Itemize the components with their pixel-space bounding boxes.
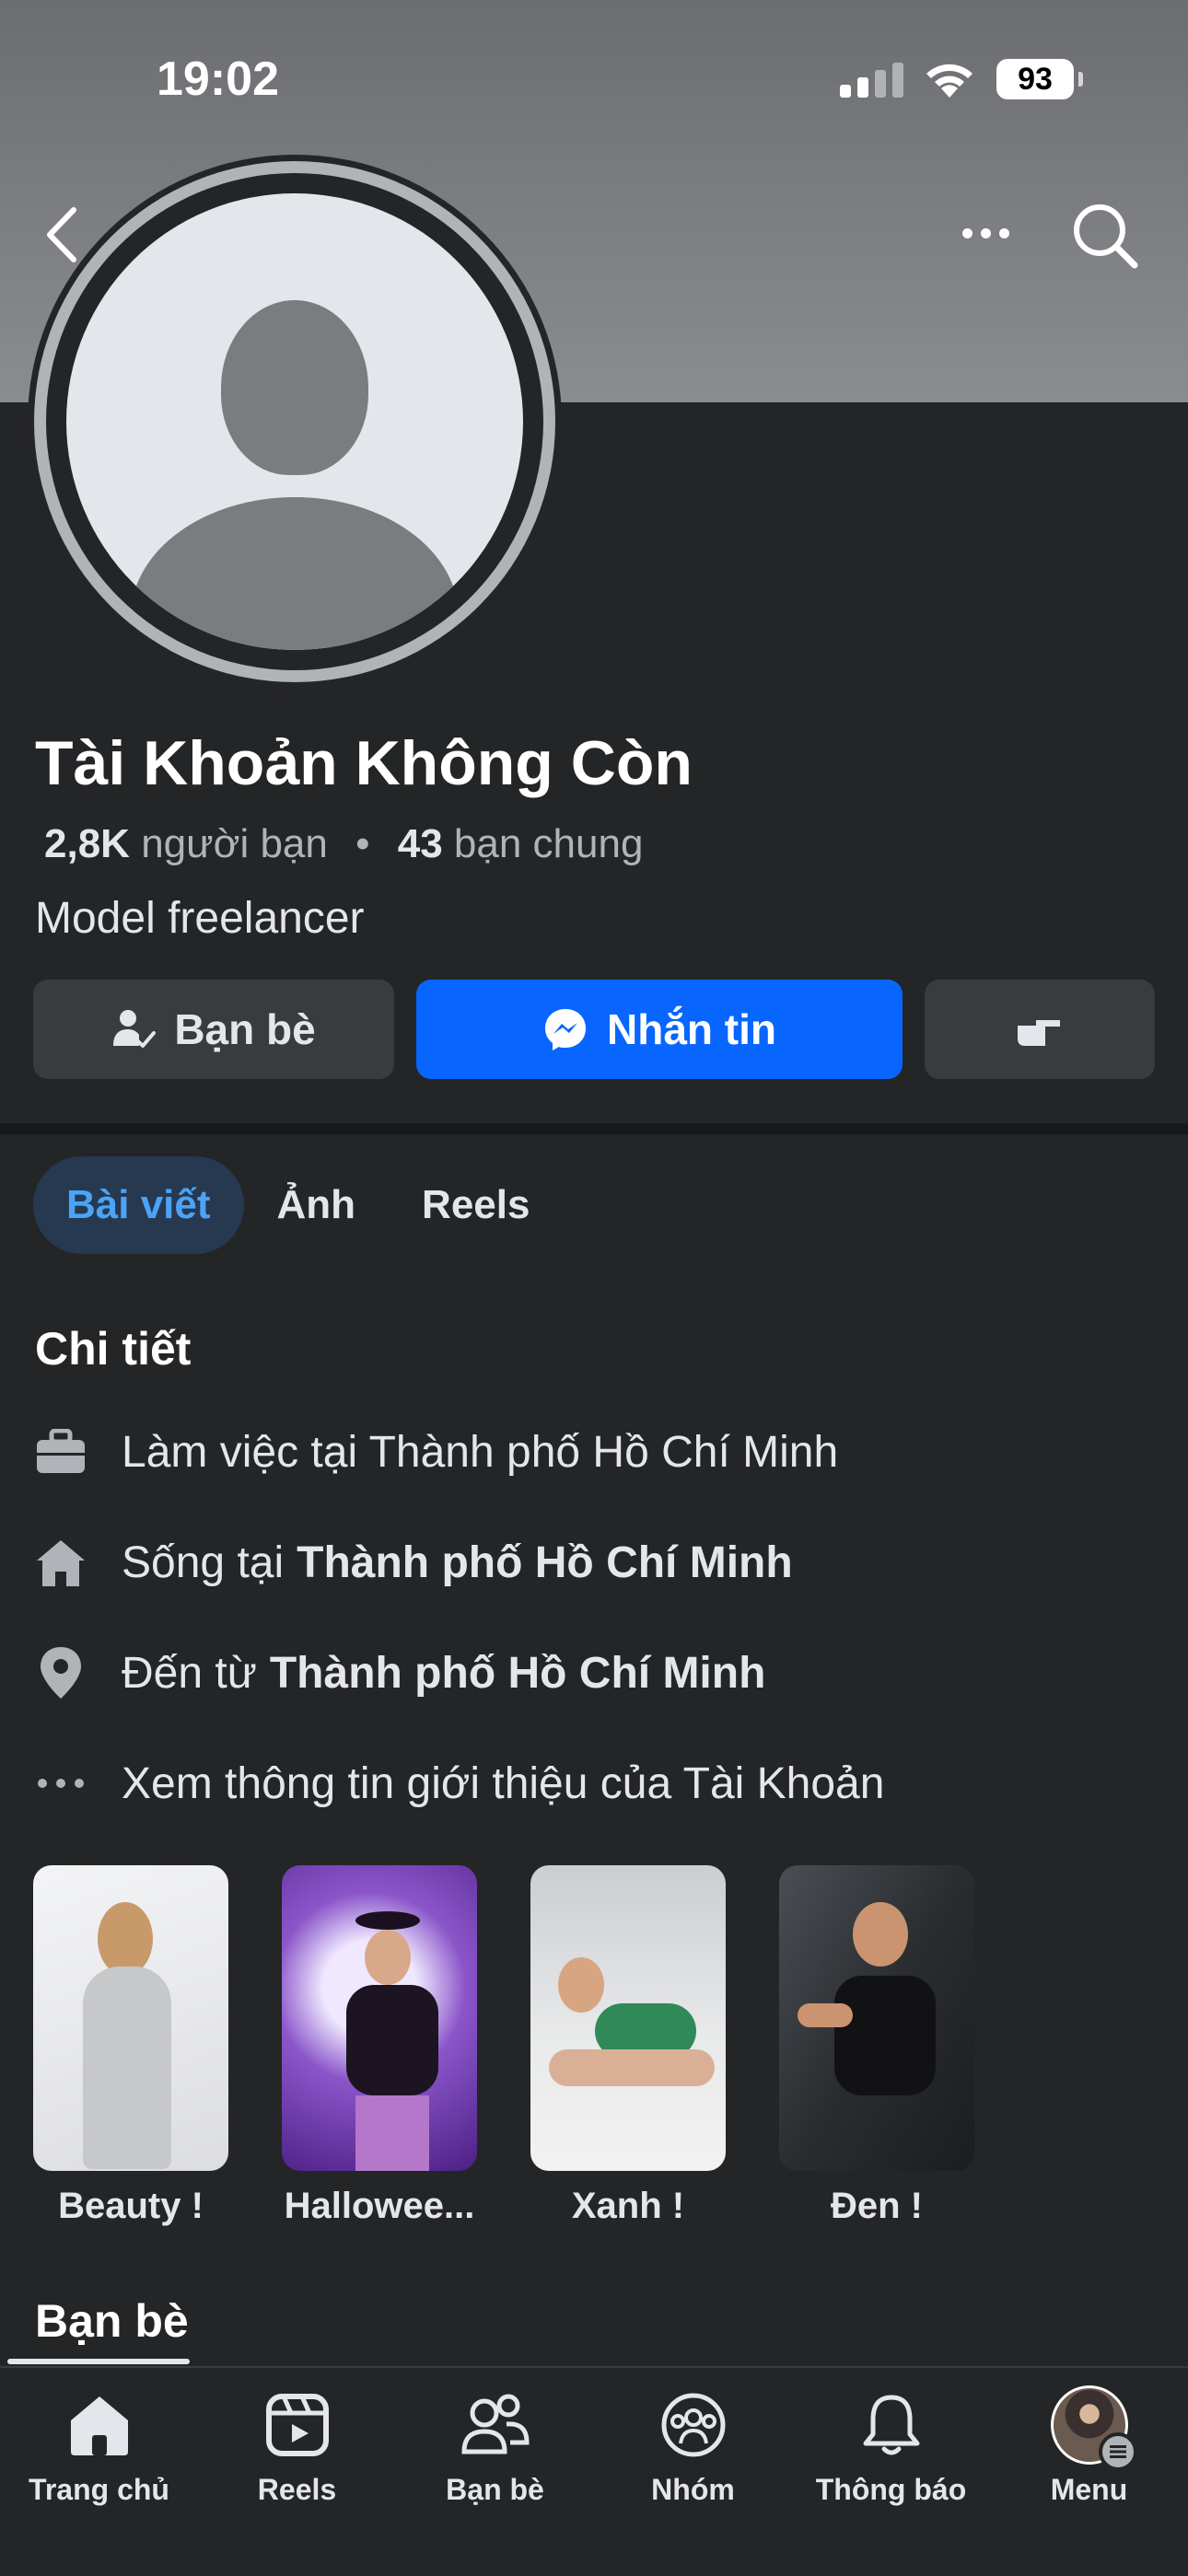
status-bar: 19:02 93 [0,0,1188,157]
detail-work-text: Làm việc tại Thành phố Hồ Chí Minh [122,1427,839,1477]
briefcase-icon [33,1424,88,1479]
friends-section-title[interactable]: Bạn bè [35,2294,189,2348]
poke-hand-icon [1018,1020,1060,1046]
reels-icon [259,2386,336,2464]
featured-caption: Xanh ! [571,2186,685,2226]
nav-menu[interactable]: Menu [990,2368,1188,2576]
detail-about-text: Xem thông tin giới thiệu của Tài Khoản [122,1758,885,1808]
tab-photos[interactable]: Ảnh [244,1156,390,1254]
home-icon [33,1535,88,1590]
tab-posts[interactable]: Bài viết [33,1156,244,1254]
nav-home-label: Trang chủ [29,2473,169,2506]
detail-from-place[interactable]: Thành phố Hồ Chí Minh [270,1648,766,1699]
more-dots-icon [33,1756,88,1811]
message-button-label: Nhắn tin [607,1005,776,1053]
mutual-label: bạn chung [453,821,644,866]
friends-button[interactable]: Bạn bè [33,980,394,1079]
featured-collection[interactable]: Đen ! [779,1865,974,2227]
detail-lives: Sống tại Thành phố Hồ Chí Minh [33,1526,793,1599]
details-title: Chi tiết [35,1323,192,1375]
messenger-icon [545,1009,586,1050]
profile-bio: Model freelancer [35,894,365,943]
detail-about[interactable]: Xem thông tin giới thiệu của Tài Khoản [33,1746,884,1820]
featured-caption: Đen ! [831,2186,923,2226]
menu-lines-icon [1098,2432,1137,2471]
featured-thumbnail [282,1865,477,2171]
home-icon [61,2386,138,2464]
detail-lives-place[interactable]: Thành phố Hồ Chí Minh [297,1537,793,1588]
nav-friends[interactable]: Bạn bè [396,2368,594,2576]
battery-indicator: 93 [996,59,1083,99]
featured-collection[interactable]: Xanh ! [530,1865,726,2227]
nav-notifications-label: Thông báo [815,2473,967,2506]
friends-summary[interactable]: 2,8K người bạn • 43 bạn chung [44,821,643,867]
detail-work: Làm việc tại Thành phố Hồ Chí Minh [33,1415,838,1489]
groups-icon [655,2386,732,2464]
featured-caption: Hallowee... [284,2186,475,2226]
featured-thumbnail [779,1865,974,2171]
detail-from: Đến từ Thành phố Hồ Chí Minh [33,1636,765,1710]
nav-home[interactable]: Trang chủ [0,2368,198,2576]
friends-count: 2,8K [44,821,130,866]
message-button[interactable]: Nhắn tin [416,980,903,1079]
cellular-signal-icon [840,61,903,98]
tab-reels[interactable]: Reels [389,1156,563,1254]
poke-button[interactable] [925,980,1155,1079]
nav-menu-label: Menu [1050,2473,1128,2506]
nav-groups[interactable]: Nhóm [594,2368,792,2576]
menu-avatar [1050,2385,1137,2471]
more-options-icon[interactable] [950,210,1020,256]
location-pin-icon [33,1645,88,1700]
status-time: 19:02 [157,52,279,106]
search-icon[interactable] [1068,199,1142,273]
featured-thumbnail [530,1865,726,2171]
nav-reels-label: Reels [257,2473,337,2506]
profile-tabs: Bài viết Ảnh Reels [33,1156,563,1254]
section-divider [0,1123,1188,1134]
friends-label: người bạn [141,821,328,866]
detail-from-prefix: Đến từ [122,1648,257,1698]
friend-check-icon [113,1010,157,1048]
bottom-navigation: Trang chủ Reels Bạn bè Nhóm Thông báo Me… [0,2366,1188,2576]
featured-collection[interactable]: Beauty ! [33,1865,228,2227]
default-avatar-icon [66,193,523,650]
featured-collection[interactable]: Hallowee... [282,1865,477,2227]
featured-caption: Beauty ! [58,2186,204,2226]
nav-friends-label: Bạn bè [446,2473,544,2506]
nav-reels[interactable]: Reels [198,2368,396,2576]
friends-icon [457,2386,534,2464]
separator-dot: • [355,821,370,866]
nav-groups-label: Nhóm [651,2473,735,2506]
friends-tab-indicator [7,2359,190,2364]
nav-notifications[interactable]: Thông báo [792,2368,990,2576]
wifi-icon [926,64,973,98]
mutual-count: 43 [397,821,443,866]
profile-picture[interactable] [28,155,562,689]
featured-thumbnail [33,1865,228,2171]
profile-name: Tài Khoản Không Còn [35,728,693,798]
bell-icon [853,2386,930,2464]
friends-button-label: Bạn bè [174,1005,316,1053]
detail-lives-prefix: Sống tại [122,1537,285,1587]
